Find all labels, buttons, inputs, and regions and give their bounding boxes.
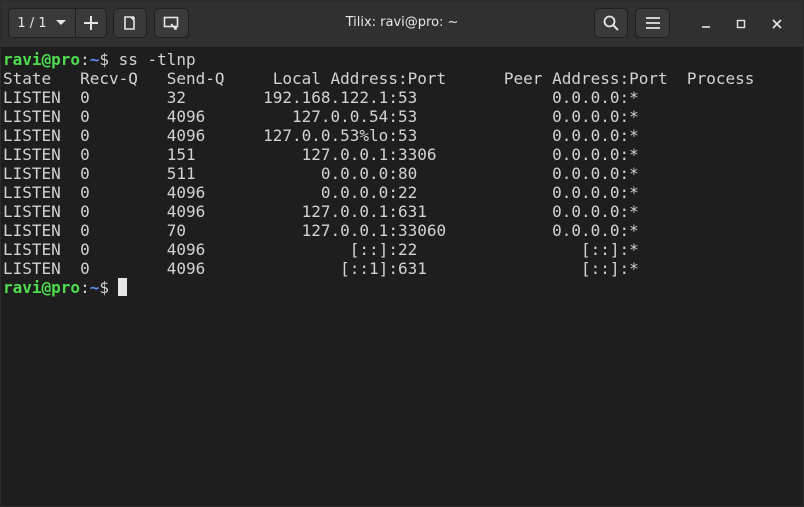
output-line: LISTEN 0 151 127.0.0.1:3306 0.0.0.0:* xyxy=(3,145,639,164)
session-switcher-button[interactable]: 1 / 1 xyxy=(8,8,76,38)
prompt-symbol: $ xyxy=(99,50,109,69)
minimize-button[interactable] xyxy=(694,12,718,36)
prompt-separator: : xyxy=(80,50,90,69)
output-header-line: State Recv-Q Send-Q Local Address:Port P… xyxy=(3,69,755,88)
sync-input-icon xyxy=(163,15,181,31)
terminal-window: 1 / 1 Tilix: ravi@pro: ~ ravi@pro:~$ ss … xyxy=(0,0,804,507)
hamburger-menu-icon xyxy=(645,16,661,30)
output-line: LISTEN 0 32 192.168.122.1:53 0.0.0.0:* xyxy=(3,88,639,107)
add-terminal-button[interactable] xyxy=(75,8,107,38)
text-cursor xyxy=(117,278,127,296)
prompt-path: ~ xyxy=(89,50,100,69)
search-button[interactable] xyxy=(594,8,628,38)
new-session-icon xyxy=(122,15,138,31)
terminal-output[interactable]: ravi@pro:~$ ss -tlnp State Recv-Q Send-Q… xyxy=(1,48,803,506)
new-session-button[interactable] xyxy=(113,8,147,38)
prompt-symbol: $ xyxy=(99,278,109,297)
close-icon xyxy=(771,18,783,30)
search-icon xyxy=(603,15,619,31)
menu-button[interactable] xyxy=(635,8,670,38)
maximize-icon xyxy=(735,18,747,30)
output-line: LISTEN 0 4096 127.0.0.53%lo:53 0.0.0.0:* xyxy=(3,126,639,145)
minimize-icon xyxy=(700,18,712,30)
chevron-down-icon xyxy=(55,19,67,27)
output-line: LISTEN 0 4096 [::1]:631 [::]:* xyxy=(3,259,639,278)
prompt-user-host: ravi@pro xyxy=(3,50,81,69)
output-line: LISTEN 0 70 127.0.0.1:33060 0.0.0.0:* xyxy=(3,221,639,240)
title-bar: 1 / 1 Tilix: ravi@pro: ~ xyxy=(1,1,803,48)
plus-icon xyxy=(83,15,99,31)
close-button[interactable] xyxy=(765,12,789,36)
output-line: LISTEN 0 511 0.0.0.0:80 0.0.0.0:* xyxy=(3,164,639,183)
output-line: LISTEN 0 4096 127.0.0.1:631 0.0.0.0:* xyxy=(3,202,639,221)
command-text: ss -tlnp xyxy=(108,50,196,69)
output-line: LISTEN 0 4096 0.0.0.0:22 0.0.0.0:* xyxy=(3,183,639,202)
session-counter: 1 / 1 xyxy=(17,15,47,31)
prompt-path: ~ xyxy=(89,278,100,297)
output-line: LISTEN 0 4096 127.0.0.54:53 0.0.0.0:* xyxy=(3,107,639,126)
prompt-separator: : xyxy=(80,278,90,297)
prompt-user-host: ravi@pro xyxy=(3,278,81,297)
command-line: ravi@pro:~$ ss -tlnp xyxy=(3,50,803,69)
active-prompt-line: ravi@pro:~$ xyxy=(3,278,803,297)
maximize-button[interactable] xyxy=(729,12,753,36)
sync-input-button[interactable] xyxy=(154,8,189,38)
output-line: LISTEN 0 4096 [::]:22 [::]:* xyxy=(3,240,639,259)
